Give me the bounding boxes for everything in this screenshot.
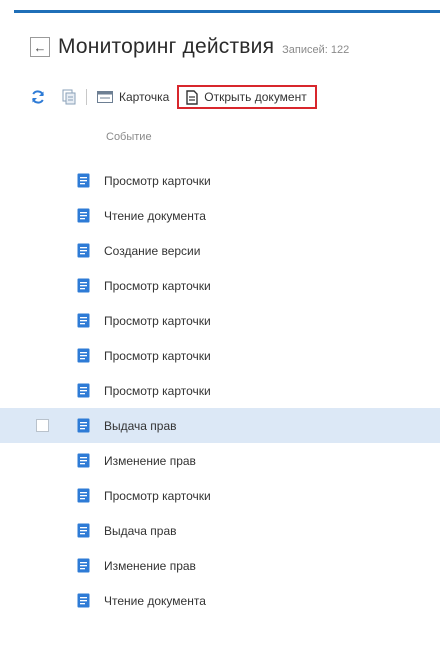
event-name: Просмотр карточки [104,313,211,328]
event-name: Чтение документа [104,593,206,608]
refresh-button[interactable] [30,89,46,105]
table-row[interactable]: Просмотр карточки [0,163,440,198]
event-name: Просмотр карточки [104,383,211,398]
table-row[interactable]: Изменение прав [0,548,440,583]
document-icon [77,453,90,468]
event-name: Просмотр карточки [104,348,211,363]
table-row[interactable]: Чтение документа [0,198,440,233]
toolbar: Карточка Открыть документ [30,85,317,109]
table-row[interactable]: Просмотр карточки [0,373,440,408]
document-icon [77,348,90,363]
card-button[interactable]: Карточка [97,90,169,104]
event-name: Просмотр карточки [104,173,211,188]
event-name: Выдача прав [104,523,177,538]
event-name: Выдача прав [104,418,177,433]
event-name: Просмотр карточки [104,488,211,503]
card-icon [97,91,113,103]
toolbar-separator [86,89,87,105]
event-name: Просмотр карточки [104,278,211,293]
column-header-event[interactable]: Событие [106,131,152,143]
event-name: Создание версии [104,243,201,258]
table-row[interactable]: Просмотр карточки [0,478,440,513]
row-checkbox[interactable] [36,419,49,432]
document-icon [77,243,90,258]
top-border [14,10,440,13]
event-name: Изменение прав [104,558,196,573]
table-row[interactable]: Просмотр карточки [0,303,440,338]
event-list: Просмотр карточки Чтение документа Создани… [0,163,440,618]
document-icon [77,208,90,223]
event-name: Изменение прав [104,453,196,468]
refresh-icon [32,90,44,104]
document-icon [77,383,90,398]
back-button[interactable]: ← [30,37,50,57]
table-row[interactable]: Изменение прав [0,443,440,478]
records-count: Записей: 122 [282,44,350,56]
arrow-left-icon: ← [33,39,47,55]
event-name: Чтение документа [104,208,206,223]
document-icon [77,173,90,188]
copy-button[interactable] [62,89,76,105]
table-row[interactable]: Просмотр карточки [0,268,440,303]
table-row[interactable]: Создание версии [0,233,440,268]
document-icon [77,593,90,608]
page-header: ← Мониторинг действия Записей: 122 [30,34,349,60]
copy-icon [62,89,76,105]
document-icon [77,278,90,293]
table-row[interactable]: Просмотр карточки [0,338,440,373]
open-document-label: Открыть документ [204,90,307,104]
document-icon [186,89,198,105]
open-document-button[interactable]: Открыть документ [177,85,317,109]
document-icon [77,313,90,328]
table-row[interactable]: Выдача прав [0,513,440,548]
document-icon [77,488,90,503]
document-icon [77,418,90,433]
table-row[interactable]: Выдача прав [0,408,440,443]
document-icon [77,523,90,538]
card-button-label: Карточка [119,90,170,104]
table-row[interactable]: Чтение документа [0,583,440,618]
page-title: Мониторинг действия [58,35,275,58]
document-icon [77,558,90,573]
